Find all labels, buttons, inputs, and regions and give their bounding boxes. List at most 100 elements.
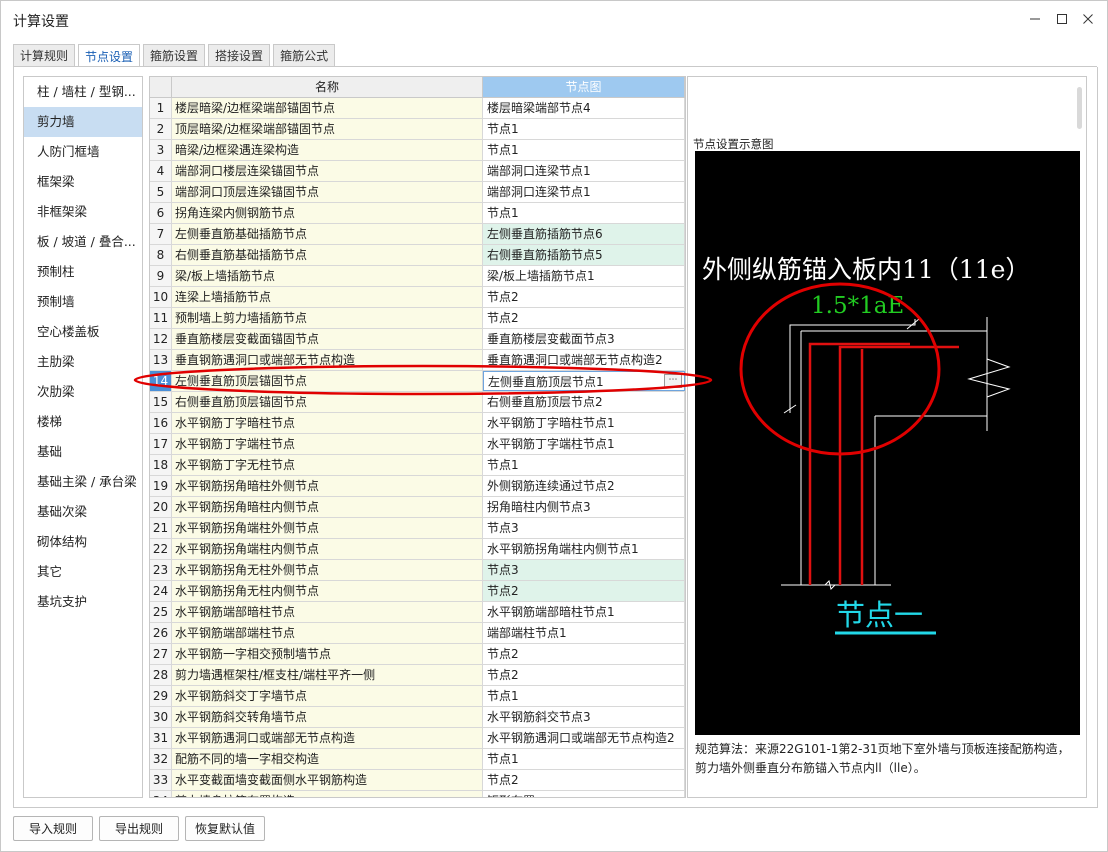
table-row[interactable]: 6 拐角连梁内侧钢筋节点 节点1 xyxy=(150,203,685,224)
maximize-button[interactable] xyxy=(1052,9,1072,29)
sidebar-item-foundation-secondary-beam[interactable]: 基础次梁 xyxy=(24,497,142,527)
table-row[interactable]: 5 端部洞口顶层连梁锚固节点 端部洞口连梁节点1 xyxy=(150,182,685,203)
row-node-cell[interactable]: 节点2 xyxy=(483,665,685,685)
row-node-cell[interactable]: 拐角暗柱内侧节点3 xyxy=(483,497,685,517)
row-node-cell[interactable]: 节点3 xyxy=(483,518,685,538)
row-node-cell[interactable]: 左侧垂直筋插筋节点6 xyxy=(483,224,685,244)
table-row[interactable]: 13 垂直钢筋遇洞口或端部无节点构造 垂直筋遇洞口或端部无节点构造2 xyxy=(150,350,685,371)
close-button[interactable] xyxy=(1078,9,1098,29)
row-node-cell[interactable]: 端部洞口连梁节点1 xyxy=(483,182,685,202)
table-row[interactable]: 31 水平钢筋遇洞口或端部无节点构造 水平钢筋遇洞口或端部无节点构造2 xyxy=(150,728,685,749)
export-rules-button[interactable]: 导出规则 xyxy=(99,816,179,841)
sidebar-item-slab[interactable]: 板 / 坡道 / 叠合... xyxy=(24,227,142,257)
table-row[interactable]: 10 连梁上墙插筋节点 节点2 xyxy=(150,287,685,308)
row-node-cell[interactable]: 梁/板上墙插筋节点1 xyxy=(483,266,685,286)
table-row[interactable]: 24 水平钢筋拐角无柱内侧节点 节点2 xyxy=(150,581,685,602)
tab-node-settings[interactable]: 节点设置 xyxy=(78,44,141,67)
sidebar-item-precast-column[interactable]: 预制柱 xyxy=(24,257,142,287)
row-node-cell[interactable]: 外侧钢筋连续通过节点2 xyxy=(483,476,685,496)
sidebar-item-foundation-main-beam[interactable]: 基础主梁 / 承台梁 xyxy=(24,467,142,497)
table-row[interactable]: 23 水平钢筋拐角无柱外侧节点 节点3 xyxy=(150,560,685,581)
table-row[interactable]: 18 水平钢筋丁字无柱节点 节点1 xyxy=(150,455,685,476)
row-node-cell[interactable]: 水平钢筋遇洞口或端部无节点构造2 xyxy=(483,728,685,748)
table-row[interactable]: 22 水平钢筋拐角端柱内侧节点 水平钢筋拐角端柱内侧节点1 xyxy=(150,539,685,560)
sidebar-item-civil-defense-door-wall[interactable]: 人防门框墙 xyxy=(24,137,142,167)
row-node-cell[interactable]: 水平钢筋拐角端柱内侧节点1 xyxy=(483,539,685,559)
table-row[interactable]: 17 水平钢筋丁字端柱节点 水平钢筋丁字端柱节点1 xyxy=(150,434,685,455)
sidebar-item-secondary-rib-beam[interactable]: 次肋梁 xyxy=(24,377,142,407)
sidebar-item-masonry[interactable]: 砌体结构 xyxy=(24,527,142,557)
row-node-cell[interactable]: 节点2 xyxy=(483,644,685,664)
table-row[interactable]: 32 配筋不同的墙一字相交构造 节点1 xyxy=(150,749,685,770)
row-node-cell[interactable]: 节点1 xyxy=(483,119,685,139)
row-node-cell[interactable]: 节点2 xyxy=(483,770,685,790)
row-node-cell[interactable]: 左侧垂直筋顶层节点1 ⋯ xyxy=(483,371,685,391)
table-row[interactable]: 9 梁/板上墙插筋节点 梁/板上墙插筋节点1 xyxy=(150,266,685,287)
table-row[interactable]: 19 水平钢筋拐角暗柱外侧节点 外侧钢筋连续通过节点2 xyxy=(150,476,685,497)
row-node-cell[interactable]: 垂直筋楼层变截面节点3 xyxy=(483,329,685,349)
row-node-cell[interactable]: 端部端柱节点1 xyxy=(483,623,685,643)
ellipsis-icon[interactable]: ⋯ xyxy=(664,374,682,388)
table-row[interactable]: 8 右侧垂直筋基础插筋节点 右侧垂直筋插筋节点5 xyxy=(150,245,685,266)
row-node-cell[interactable]: 节点1 xyxy=(483,455,685,475)
import-rules-button[interactable]: 导入规则 xyxy=(13,816,93,841)
table-row[interactable]: 20 水平钢筋拐角暗柱内侧节点 拐角暗柱内侧节点3 xyxy=(150,497,685,518)
tab-stirrup-settings[interactable]: 箍筋设置 xyxy=(143,44,206,66)
table-row[interactable]: 30 水平钢筋斜交转角墙节点 水平钢筋斜交节点3 xyxy=(150,707,685,728)
row-node-cell[interactable]: 右侧垂直筋插筋节点5 xyxy=(483,245,685,265)
sidebar-item-pit-support[interactable]: 基坑支护 xyxy=(24,587,142,617)
table-row[interactable]: 7 左侧垂直筋基础插筋节点 左侧垂直筋插筋节点6 xyxy=(150,224,685,245)
sidebar-item-hollow-slab[interactable]: 空心楼盖板 xyxy=(24,317,142,347)
table-row[interactable]: 14 左侧垂直筋顶层锚固节点 左侧垂直筋顶层节点1 ⋯ xyxy=(150,371,685,392)
tab-stirrup-formula[interactable]: 箍筋公式 xyxy=(273,44,336,66)
sidebar-item-main-rib-beam[interactable]: 主肋梁 xyxy=(24,347,142,377)
sidebar-item-non-frame-beam[interactable]: 非框架梁 xyxy=(24,197,142,227)
row-node-cell[interactable]: 节点1 xyxy=(483,749,685,769)
row-node-cell[interactable]: 矩形布置 xyxy=(483,791,685,797)
table-row[interactable]: 11 预制墙上剪力墙插筋节点 节点2 xyxy=(150,308,685,329)
preview-scrollbar[interactable] xyxy=(1077,87,1082,129)
row-node-cell[interactable]: 水平钢筋丁字暗柱节点1 xyxy=(483,413,685,433)
row-node-cell[interactable]: 右侧垂直筋顶层节点2 xyxy=(483,392,685,412)
table-row[interactable]: 12 垂直筋楼层变截面锚固节点 垂直筋楼层变截面节点3 xyxy=(150,329,685,350)
sidebar-item-column[interactable]: 柱 / 墙柱 / 型钢... xyxy=(24,77,142,107)
row-node-cell[interactable]: 水平钢筋端部暗柱节点1 xyxy=(483,602,685,622)
table-row[interactable]: 3 暗梁/边框梁遇连梁构造 节点1 xyxy=(150,140,685,161)
table-row[interactable]: 26 水平钢筋端部端柱节点 端部端柱节点1 xyxy=(150,623,685,644)
row-name-cell: 水平钢筋斜交转角墙节点 xyxy=(172,707,483,727)
table-row[interactable]: 1 楼层暗梁/边框梁端部锚固节点 楼层暗梁端部节点4 xyxy=(150,98,685,119)
table-row[interactable]: 15 右侧垂直筋顶层锚固节点 右侧垂直筋顶层节点2 xyxy=(150,392,685,413)
table-row[interactable]: 2 顶层暗梁/边框梁端部锚固节点 节点1 xyxy=(150,119,685,140)
row-node-cell[interactable]: 水平钢筋斜交节点3 xyxy=(483,707,685,727)
row-node-cell[interactable]: 水平钢筋丁字端柱节点1 xyxy=(483,434,685,454)
sidebar-item-frame-beam[interactable]: 框架梁 xyxy=(24,167,142,197)
sidebar-item-stairs[interactable]: 楼梯 xyxy=(24,407,142,437)
row-node-cell[interactable]: 节点1 xyxy=(483,686,685,706)
row-node-cell[interactable]: 节点1 xyxy=(483,203,685,223)
table-row[interactable]: 34剪力墙身拉筋布置构造矩形布置 xyxy=(150,791,685,797)
row-node-cell[interactable]: 节点2 xyxy=(483,287,685,307)
row-node-cell[interactable]: 节点2 xyxy=(483,308,685,328)
table-row[interactable]: 16 水平钢筋丁字暗柱节点 水平钢筋丁字暗柱节点1 xyxy=(150,413,685,434)
table-row[interactable]: 21 水平钢筋拐角端柱外侧节点 节点3 xyxy=(150,518,685,539)
tab-lap-settings[interactable]: 搭接设置 xyxy=(208,44,271,66)
table-row[interactable]: 28 剪力墙遇框架柱/框支柱/端柱平齐一侧 节点2 xyxy=(150,665,685,686)
row-node-cell[interactable]: 节点3 xyxy=(483,560,685,580)
row-node-cell[interactable]: 节点1 xyxy=(483,140,685,160)
table-row[interactable]: 25 水平钢筋端部暗柱节点 水平钢筋端部暗柱节点1 xyxy=(150,602,685,623)
table-row[interactable]: 27 水平钢筋一字相交预制墙节点 节点2 xyxy=(150,644,685,665)
sidebar-item-other[interactable]: 其它 xyxy=(24,557,142,587)
table-row[interactable]: 33 水平变截面墙变截面侧水平钢筋构造 节点2 xyxy=(150,770,685,791)
row-node-cell[interactable]: 楼层暗梁端部节点4 xyxy=(483,98,685,118)
sidebar-item-precast-wall[interactable]: 预制墙 xyxy=(24,287,142,317)
row-node-cell[interactable]: 垂直筋遇洞口或端部无节点构造2 xyxy=(483,350,685,370)
sidebar-item-shear-wall[interactable]: 剪力墙 xyxy=(24,107,142,137)
table-row[interactable]: 4 端部洞口楼层连梁锚固节点 端部洞口连梁节点1 xyxy=(150,161,685,182)
table-row[interactable]: 29 水平钢筋斜交丁字墙节点 节点1 xyxy=(150,686,685,707)
tab-calc-rules[interactable]: 计算规则 xyxy=(13,44,76,66)
minimize-button[interactable] xyxy=(1025,9,1045,29)
row-node-cell[interactable]: 端部洞口连梁节点1 xyxy=(483,161,685,181)
restore-defaults-button[interactable]: 恢复默认值 xyxy=(185,816,265,841)
sidebar-item-foundation[interactable]: 基础 xyxy=(24,437,142,467)
row-node-cell[interactable]: 节点2 xyxy=(483,581,685,601)
